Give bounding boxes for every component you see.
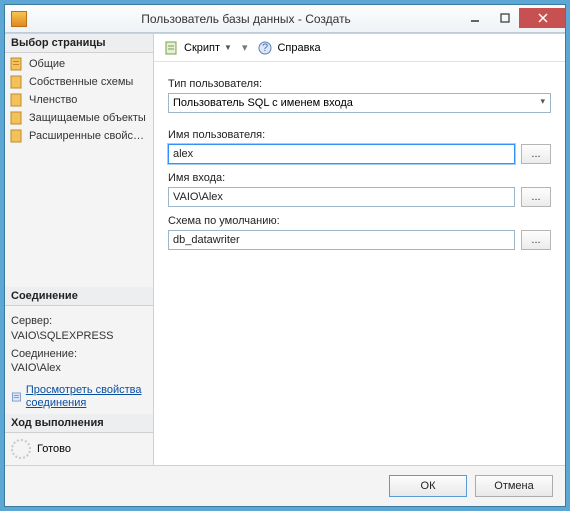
connection-header: Соединение	[5, 287, 153, 306]
script-icon	[164, 40, 180, 56]
user-name-label: Имя пользователя:	[168, 129, 551, 141]
form-area: Тип пользователя: Пользователь SQL с име…	[154, 62, 565, 258]
page-item-extended-properties[interactable]: Расширенные свойства	[5, 127, 153, 145]
page-item-label: Собственные схемы	[29, 76, 133, 88]
close-button[interactable]	[519, 8, 565, 28]
login-name-label: Имя входа:	[168, 172, 551, 184]
user-type-select[interactable]: Пользователь SQL с именем входа	[168, 93, 551, 113]
connection-value: VAIO\Alex	[11, 361, 147, 375]
server-label: Сервер:	[11, 314, 147, 328]
toolbar: Скрипт ▼ ▾ ? Справка	[154, 34, 565, 62]
svg-text:?: ?	[262, 42, 268, 54]
page-item-securables[interactable]: Защищаемые объекты	[5, 109, 153, 127]
maximize-button[interactable]	[489, 8, 519, 28]
app-icon	[11, 11, 27, 27]
script-label: Скрипт	[184, 42, 220, 54]
page-item-owned-schemas[interactable]: Собственные схемы	[5, 73, 153, 91]
dialog-footer: ОК Отмена	[5, 466, 565, 506]
view-connection-properties-link[interactable]: Просмотреть свойства соединения	[26, 384, 147, 410]
page-list: Общие Собственные схемы Членство Защищае…	[5, 53, 153, 147]
dialog-window: Пользователь базы данных - Создать Выбор…	[4, 4, 566, 507]
page-icon	[9, 128, 25, 144]
main-panel: Скрипт ▼ ▾ ? Справка Тип пользователя: П…	[154, 34, 565, 465]
login-name-browse-button[interactable]: ...	[521, 187, 551, 207]
page-item-label: Защищаемые объекты	[29, 112, 146, 124]
cancel-button[interactable]: Отмена	[475, 475, 553, 497]
chevron-down-icon: ▼	[224, 43, 232, 52]
properties-icon	[11, 389, 22, 405]
progress-status: Готово	[37, 443, 71, 455]
help-button[interactable]: ? Справка	[253, 38, 324, 58]
page-icon	[9, 56, 25, 72]
page-item-label: Общие	[29, 58, 65, 70]
view-connection-properties[interactable]: Просмотреть свойства соединения	[5, 380, 153, 414]
connection-info: Сервер: VAIO\SQLEXPRESS Соединение: VAIO…	[5, 306, 153, 379]
title-bar[interactable]: Пользователь базы данных - Создать	[5, 5, 565, 33]
page-icon	[9, 110, 25, 126]
progress-spinner-icon	[11, 439, 31, 459]
page-select-header: Выбор страницы	[5, 34, 153, 53]
server-value: VAIO\SQLEXPRESS	[11, 329, 147, 343]
page-item-membership[interactable]: Членство	[5, 91, 153, 109]
progress-block: Готово	[5, 433, 153, 465]
window-title: Пользователь базы данных - Создать	[33, 12, 459, 26]
user-name-input[interactable]	[168, 144, 515, 164]
ok-button[interactable]: ОК	[389, 475, 467, 497]
script-button[interactable]: Скрипт ▼	[160, 38, 236, 58]
default-schema-input[interactable]	[168, 230, 515, 250]
default-schema-browse-button[interactable]: ...	[521, 230, 551, 250]
help-label: Справка	[277, 42, 320, 54]
login-name-input[interactable]	[168, 187, 515, 207]
help-icon: ?	[257, 40, 273, 56]
page-item-label: Членство	[29, 94, 77, 106]
user-name-browse-button[interactable]: ...	[521, 144, 551, 164]
toolbar-separator: ▾	[240, 41, 250, 54]
progress-header: Ход выполнения	[5, 414, 153, 433]
user-type-label: Тип пользователя:	[168, 78, 551, 90]
default-schema-label: Схема по умолчанию:	[168, 215, 551, 227]
page-item-general[interactable]: Общие	[5, 55, 153, 73]
side-panel: Выбор страницы Общие Собственные схемы Ч…	[5, 34, 154, 465]
page-icon	[9, 74, 25, 90]
page-icon	[9, 92, 25, 108]
connection-label: Соединение:	[11, 347, 147, 361]
minimize-button[interactable]	[459, 8, 489, 28]
page-item-label: Расширенные свойства	[29, 130, 149, 142]
